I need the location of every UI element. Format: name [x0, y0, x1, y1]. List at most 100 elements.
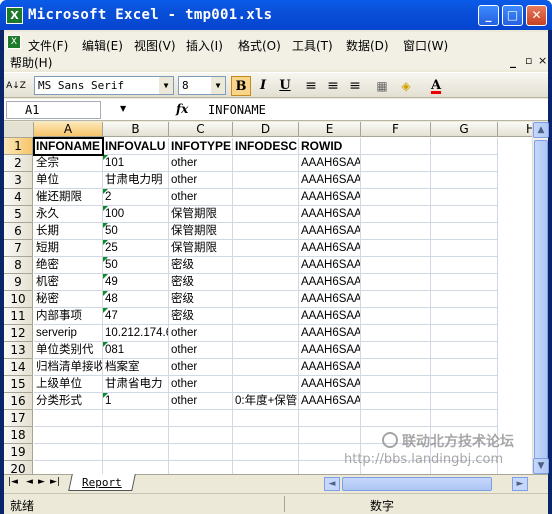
table-cell[interactable]: 50: [103, 257, 169, 274]
table-cell[interactable]: 25: [103, 240, 169, 257]
empty-cell[interactable]: [299, 410, 361, 427]
empty-cell[interactable]: [361, 223, 431, 240]
empty-cell[interactable]: [361, 308, 431, 325]
insert-function-icon[interactable]: fx: [176, 102, 188, 116]
table-cell[interactable]: 甘肃省电力: [103, 376, 169, 393]
empty-cell[interactable]: [431, 274, 498, 291]
row-header-14[interactable]: 14: [4, 359, 33, 376]
table-cell[interactable]: 49: [103, 274, 169, 291]
empty-cell[interactable]: [431, 308, 498, 325]
table-cell[interactable]: 永久: [34, 206, 103, 223]
table-cell[interactable]: other: [169, 359, 233, 376]
chevron-down-icon[interactable]: ▼: [159, 77, 173, 94]
table-cell[interactable]: 密级: [169, 274, 233, 291]
empty-cell[interactable]: [361, 325, 431, 342]
table-cell[interactable]: 2: [103, 189, 169, 206]
empty-cell[interactable]: [299, 427, 361, 444]
empty-cell[interactable]: [361, 257, 431, 274]
empty-cell[interactable]: [431, 342, 498, 359]
doc-minimize-icon[interactable]: _: [510, 54, 516, 68]
table-cell[interactable]: INFOTYPE: [169, 138, 233, 155]
empty-cell[interactable]: [361, 393, 431, 410]
empty-cell[interactable]: [431, 291, 498, 308]
table-cell[interactable]: 上级单位: [34, 376, 103, 393]
row-header-4[interactable]: 4: [4, 189, 33, 206]
table-cell[interactable]: ROWID: [299, 138, 361, 155]
empty-cell[interactable]: [361, 274, 431, 291]
table-cell[interactable]: other: [169, 376, 233, 393]
empty-cell[interactable]: [233, 461, 299, 474]
table-cell[interactable]: 秘密: [34, 291, 103, 308]
empty-cell[interactable]: [431, 444, 498, 461]
underline-button[interactable]: U: [275, 76, 295, 96]
menu-edit[interactable]: 编辑(E): [82, 37, 123, 54]
minimize-button[interactable]: _: [478, 5, 499, 26]
doc-restore-icon[interactable]: ▫: [525, 54, 532, 67]
close-button[interactable]: ✕: [526, 5, 547, 26]
row-header-20[interactable]: 20: [4, 461, 33, 474]
row-header-16[interactable]: 16: [4, 393, 33, 410]
column-header-b[interactable]: B: [103, 122, 169, 137]
sort-ascending-icon[interactable]: A↓Z: [6, 76, 26, 96]
align-right-icon[interactable]: ≡: [345, 76, 365, 96]
table-cell[interactable]: 短期: [34, 240, 103, 257]
empty-cell[interactable]: [103, 410, 169, 427]
column-header-f[interactable]: F: [361, 122, 431, 137]
empty-cell[interactable]: [431, 393, 498, 410]
table-cell[interactable]: other: [169, 189, 233, 206]
table-cell[interactable]: AAAH6SAABAAAsvKAAI: [299, 291, 361, 308]
worksheet-grid[interactable]: A B C D E F G H 1 INFONAME INFOVALU INFOTYPE INFODES…: [4, 122, 532, 474]
align-center-icon[interactable]: ≡: [323, 76, 343, 96]
document-icon[interactable]: X: [7, 35, 21, 49]
fill-color-icon[interactable]: ◈: [396, 76, 416, 96]
table-cell[interactable]: other: [169, 155, 233, 172]
empty-cell[interactable]: [233, 410, 299, 427]
table-cell[interactable]: 10.212.174.6: [103, 325, 169, 342]
empty-cell[interactable]: [103, 461, 169, 474]
empty-cell[interactable]: [169, 410, 233, 427]
row-header-15[interactable]: 15: [4, 376, 33, 393]
empty-cell[interactable]: [233, 427, 299, 444]
table-cell[interactable]: AAAH6SAABAAAsvKAAF: [299, 240, 361, 257]
sheet-nav-prev-icon[interactable]: ◄: [26, 477, 33, 487]
row-header-18[interactable]: 18: [4, 427, 33, 444]
empty-cell[interactable]: [169, 427, 233, 444]
empty-cell[interactable]: [431, 461, 498, 474]
table-cell[interactable]: 密级: [169, 308, 233, 325]
column-header-h[interactable]: H: [498, 122, 532, 137]
column-header-d[interactable]: D: [233, 122, 299, 137]
menu-file[interactable]: 文件(F): [28, 37, 68, 54]
empty-cell[interactable]: [431, 172, 498, 189]
empty-cell[interactable]: [361, 189, 431, 206]
empty-cell[interactable]: [34, 427, 103, 444]
chevron-down-icon[interactable]: ▼: [211, 77, 225, 94]
table-cell[interactable]: 机密: [34, 274, 103, 291]
table-cell[interactable]: AAAH6SAABAAAsvKAAK: [299, 325, 361, 342]
table-cell[interactable]: 催还期限: [34, 189, 103, 206]
empty-cell[interactable]: [233, 206, 299, 223]
empty-cell[interactable]: [233, 291, 299, 308]
table-cell[interactable]: AAAH6SAABAAAsvKAAH: [299, 274, 361, 291]
borders-icon[interactable]: ▦: [372, 76, 392, 96]
column-header-c[interactable]: C: [169, 122, 233, 137]
table-cell[interactable]: 单位: [34, 172, 103, 189]
table-cell[interactable]: 081: [103, 342, 169, 359]
menu-insert[interactable]: 插入(I): [186, 37, 223, 54]
table-cell[interactable]: 0:年度+保管: [233, 393, 299, 410]
menu-tools[interactable]: 工具(T): [292, 37, 333, 54]
scroll-right-icon[interactable]: ►: [512, 477, 528, 491]
maximize-button[interactable]: □: [502, 5, 523, 26]
table-cell[interactable]: AAAH6SAABAAAsvKAAC: [299, 189, 361, 206]
empty-cell[interactable]: [361, 240, 431, 257]
empty-cell[interactable]: [233, 325, 299, 342]
empty-cell[interactable]: [233, 240, 299, 257]
table-cell[interactable]: AAAH6SAABAAAsvKAAE: [299, 223, 361, 240]
empty-cell[interactable]: [169, 461, 233, 474]
chevron-down-icon[interactable]: ▼: [120, 104, 126, 113]
table-cell[interactable]: 归档清单接收: [34, 359, 103, 376]
menu-data[interactable]: 数据(D): [346, 37, 389, 54]
empty-cell[interactable]: [431, 410, 498, 427]
empty-cell[interactable]: [361, 155, 431, 172]
empty-cell[interactable]: [431, 359, 498, 376]
row-header-2[interactable]: 2: [4, 155, 33, 172]
